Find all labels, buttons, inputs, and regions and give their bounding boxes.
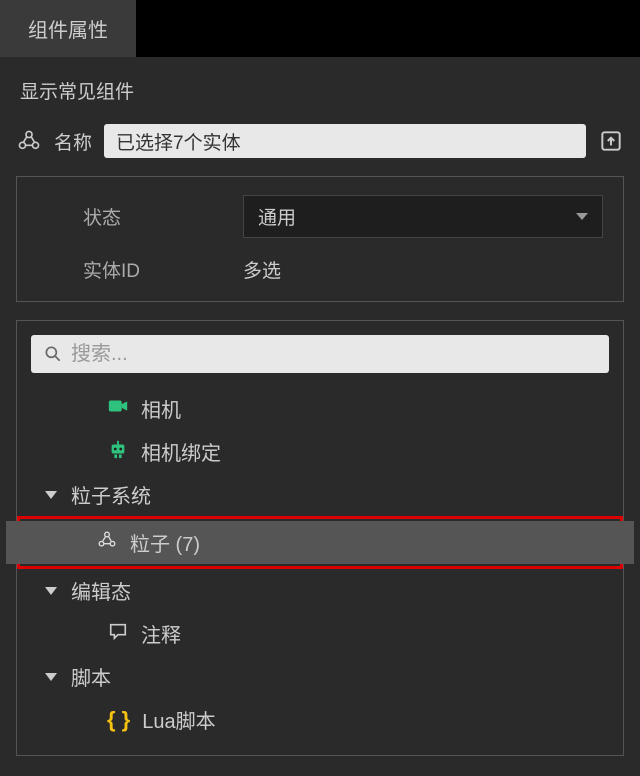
tab-properties[interactable]: 组件属性 [0, 0, 136, 57]
entity-id-label: 实体ID [83, 256, 243, 283]
properties-box: 状态 通用 实体ID 多选 [16, 176, 624, 302]
braces-icon: { } [107, 707, 130, 733]
camera-icon [107, 397, 129, 421]
upload-icon[interactable] [598, 128, 624, 154]
name-input[interactable] [104, 124, 586, 158]
component-tree-box: 相机 相机绑定 粒子系统 [16, 320, 624, 756]
tree-item-camera[interactable]: 相机 [31, 387, 609, 430]
entity-icon [16, 128, 42, 154]
chevron-down-icon [45, 587, 57, 595]
tree-category-script[interactable]: 脚本 [31, 655, 609, 698]
panel-body: 显示常见组件 名称 状态 通用 [0, 57, 640, 776]
entity-id-row: 实体ID 多选 [37, 256, 603, 283]
component-tree: 相机 相机绑定 粒子系统 [31, 387, 609, 741]
tree-label: 脚本 [71, 662, 111, 691]
tree-category-particle-system[interactable]: 粒子系统 [31, 473, 609, 516]
chevron-down-icon [45, 491, 57, 499]
search-wrap [31, 335, 609, 373]
tree-label: Lua脚本 [142, 705, 215, 734]
tree-item-comment[interactable]: 注释 [31, 612, 609, 655]
state-label: 状态 [83, 203, 243, 230]
tree-item-camera-bind[interactable]: 相机绑定 [31, 430, 609, 473]
tree-item-lua-script[interactable]: { } Lua脚本 [31, 698, 609, 741]
highlight-box: 粒子 (7) [17, 516, 623, 569]
state-row: 状态 通用 [37, 195, 603, 238]
chevron-down-icon [576, 213, 588, 220]
tree-label: 注释 [141, 619, 181, 648]
comment-icon [107, 621, 129, 647]
show-common-label: 显示常见组件 [20, 77, 624, 104]
chevron-down-icon [45, 673, 57, 681]
name-label: 名称 [54, 128, 92, 155]
tree-label: 粒子 (7) [130, 528, 200, 557]
tree-category-edit-state[interactable]: 编辑态 [31, 569, 609, 612]
tree-label: 相机 [141, 394, 181, 423]
particle-icon [96, 529, 118, 557]
state-value: 通用 [258, 203, 296, 230]
tree-label: 相机绑定 [141, 437, 221, 466]
search-input[interactable] [71, 343, 597, 366]
search-icon [43, 344, 63, 364]
tree-label: 编辑态 [71, 576, 131, 605]
tree-item-particle[interactable]: 粒子 (7) [6, 521, 634, 564]
tree-label: 粒子系统 [71, 480, 151, 509]
entity-id-value: 多选 [243, 256, 281, 283]
properties-panel: 组件属性 显示常见组件 名称 状态 [0, 0, 640, 672]
camera-bind-icon [107, 439, 129, 465]
name-row: 名称 [16, 124, 624, 158]
tab-header: 组件属性 [0, 0, 640, 57]
state-dropdown[interactable]: 通用 [243, 195, 603, 238]
